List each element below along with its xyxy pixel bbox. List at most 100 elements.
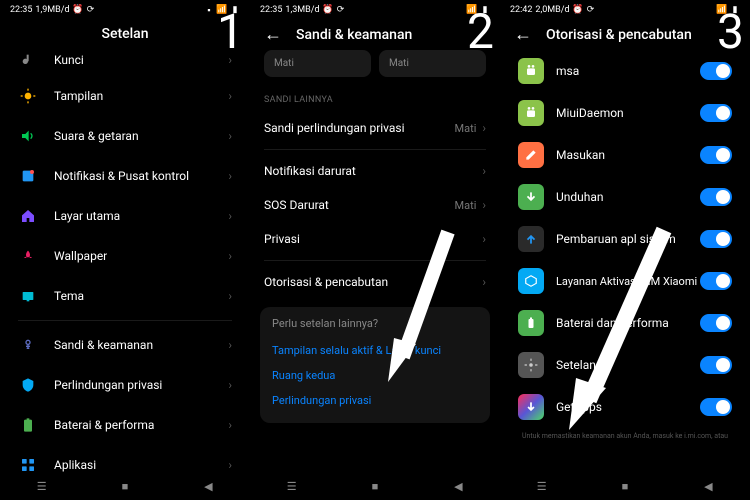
chevron-right-icon: › xyxy=(228,458,232,472)
page-title: Setelan xyxy=(101,26,148,42)
chevron-right-icon: › xyxy=(228,209,232,223)
app-label: GetApps xyxy=(556,400,700,414)
chevron-right-icon: › xyxy=(482,121,486,135)
toggle-switch[interactable] xyxy=(700,230,732,248)
back-button[interactable]: ← xyxy=(264,26,282,44)
chevron-right-icon: › xyxy=(228,129,232,143)
item-label: Sandi & keamanan xyxy=(54,338,228,352)
app-miuidaemon[interactable]: MiuiDaemon xyxy=(504,92,746,134)
back-button[interactable]: ← xyxy=(514,26,532,44)
nav-home-button[interactable]: ■ xyxy=(115,479,135,493)
item-label: Layar utama xyxy=(54,209,228,223)
item-label: Sandi perlindungan privasi xyxy=(264,121,455,135)
footer-link-2[interactable]: Ruang kedua xyxy=(272,363,478,388)
footer-link-3[interactable]: Perlindungan privasi xyxy=(272,388,478,413)
footer-link-1[interactable]: Tampilan selalu aktif & Layar kunci xyxy=(272,338,478,363)
nav-menu-button[interactable]: ☰ xyxy=(532,479,552,493)
alarm-icon: ⏰ xyxy=(573,6,583,14)
app-baterai[interactable]: Baterai dan performa xyxy=(504,302,746,344)
item-layar-utama[interactable]: Layar utama › xyxy=(4,196,246,236)
app-unduhan[interactable]: Unduhan xyxy=(504,176,746,218)
status-bar: 22:35 1,3MB/d ⏰ ⟳ 📶 ▮ xyxy=(250,0,500,18)
chevron-right-icon: › xyxy=(228,289,232,303)
item-label: Kunci xyxy=(54,53,228,67)
app-getapps[interactable]: GetApps xyxy=(504,386,746,428)
status-time: 22:42 xyxy=(510,5,532,15)
item-sandi-privasi[interactable]: Sandi perlindungan privasi Mati › xyxy=(250,111,500,145)
item-notifikasi[interactable]: Notifikasi & Pusat kontrol › xyxy=(4,156,246,196)
app-pembaruan[interactable]: Pembaruan apl sistem xyxy=(504,218,746,260)
nav-back-button[interactable]: ◀ xyxy=(198,479,218,493)
page-title: Sandi & keamanan xyxy=(296,27,412,43)
status-bar: 22:42 2,0MB/d ⏰ ⟳ 📶 ▮ xyxy=(500,0,750,18)
toggle-switch[interactable] xyxy=(700,356,732,374)
toggle-switch[interactable] xyxy=(700,272,732,290)
app-icon xyxy=(518,394,544,420)
twin-cards: Mati Mati xyxy=(250,50,500,81)
item-perlindungan[interactable]: Perlindungan privasi › xyxy=(4,365,246,405)
step-number-2: 2 xyxy=(467,8,494,56)
status-time: 22:35 xyxy=(10,5,32,15)
app-icon xyxy=(518,142,544,168)
toggle-switch[interactable] xyxy=(700,398,732,416)
status-speed: 1,3MB/d xyxy=(285,5,319,15)
app-label: Unduhan xyxy=(556,190,700,204)
page-title: Otorisasi & pencabutan xyxy=(546,27,692,43)
nav-back-button[interactable]: ◀ xyxy=(448,479,468,493)
step-number-3: 3 xyxy=(717,8,744,56)
toggle-switch[interactable] xyxy=(700,188,732,206)
item-tampilan[interactable]: Tampilan › xyxy=(4,76,246,116)
item-value: Mati xyxy=(455,122,477,135)
item-otorisasi[interactable]: Otorisasi & pencabutan › xyxy=(250,265,500,299)
app-icon xyxy=(518,352,544,378)
item-label: Suara & getaran xyxy=(54,129,228,143)
nav-home-button[interactable]: ■ xyxy=(615,479,635,493)
app-label: msa xyxy=(556,64,700,78)
status-bar: 22:35 1,9MB/d ⏰ ⟳ ▪ 📶 ▮ xyxy=(0,0,250,18)
item-privasi[interactable]: Privasi › xyxy=(250,222,500,256)
nav-menu-button[interactable]: ☰ xyxy=(282,479,302,493)
twin-card-1[interactable]: Mati xyxy=(264,50,371,77)
header: ← Otorisasi & pencabutan xyxy=(500,18,750,50)
app-sim-xiaomi[interactable]: Layanan Aktivasi SIM Xiaomi xyxy=(504,260,746,302)
chevron-right-icon: › xyxy=(228,378,232,392)
divider xyxy=(264,260,486,261)
lock-icon xyxy=(18,335,38,355)
bottom-note: Untuk memastikan keamanan akun Anda, mas… xyxy=(500,428,750,440)
item-sos[interactable]: SOS Darurat Mati › xyxy=(250,188,500,222)
app-masukan[interactable]: Masukan xyxy=(504,134,746,176)
app-label: Masukan xyxy=(556,148,700,162)
sun-icon xyxy=(18,86,38,106)
chevron-right-icon: › xyxy=(482,164,486,178)
settings-list: Kunci › Tampilan › Suara & getaran › Not… xyxy=(0,48,250,500)
section-title: SANDI LAINNYA xyxy=(250,81,500,111)
nav-menu-button[interactable]: ☰ xyxy=(32,479,52,493)
app-icon xyxy=(518,268,544,294)
item-label: Baterai & performa xyxy=(54,418,228,432)
item-sandi[interactable]: Sandi & keamanan › xyxy=(4,325,246,365)
app-msa[interactable]: msa xyxy=(504,50,746,92)
apps-list: msa MiuiDaemon Masukan Unduhan Pembaruan… xyxy=(500,50,750,428)
toggle-switch[interactable] xyxy=(700,146,732,164)
app-setelan[interactable]: Setelan xyxy=(504,344,746,386)
battery-icon xyxy=(18,415,38,435)
chevron-right-icon: › xyxy=(482,232,486,246)
item-notif-darurat[interactable]: Notifikasi darurat › xyxy=(250,154,500,188)
nav-home-button[interactable]: ■ xyxy=(365,479,385,493)
item-tema[interactable]: Tema › xyxy=(4,276,246,316)
toggle-switch[interactable] xyxy=(700,104,732,122)
status-speed: 2,0MB/d xyxy=(535,5,569,15)
item-label: Tampilan xyxy=(54,89,228,103)
twin-status: Mati xyxy=(389,58,409,69)
item-suara[interactable]: Suara & getaran › xyxy=(4,116,246,156)
item-label: Tema xyxy=(54,289,228,303)
app-label: Setelan xyxy=(556,358,700,372)
sync-icon: ⟳ xyxy=(86,6,96,14)
nav-back-button[interactable]: ◀ xyxy=(698,479,718,493)
toggle-switch[interactable] xyxy=(700,62,732,80)
item-wallpaper[interactable]: Wallpaper › xyxy=(4,236,246,276)
item-kunci[interactable]: Kunci › xyxy=(4,48,246,76)
item-baterai[interactable]: Baterai & performa › xyxy=(4,405,246,445)
app-label: Layanan Aktivasi SIM Xiaomi xyxy=(556,275,700,288)
toggle-switch[interactable] xyxy=(700,314,732,332)
